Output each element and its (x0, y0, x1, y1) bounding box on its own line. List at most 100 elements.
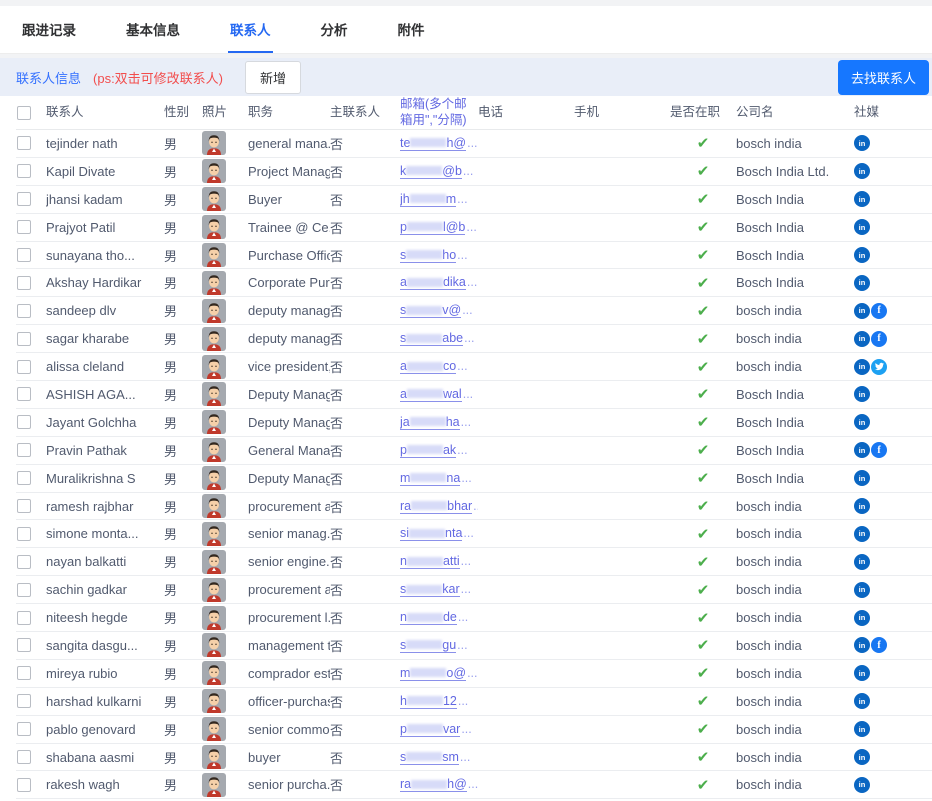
table-row[interactable]: Muralikrishna S 男 Deputy Manager 否 mna..… (16, 465, 932, 493)
email-link[interactable]: mo@... (400, 666, 478, 681)
tab-analysis[interactable]: 分析 (319, 6, 350, 53)
row-checkbox[interactable] (17, 304, 31, 318)
linkedin-icon[interactable]: in (854, 386, 870, 402)
facebook-icon[interactable]: f (871, 442, 887, 458)
table-row[interactable]: nayan balkatti 男 senior engine... 否 natt… (16, 548, 932, 576)
row-checkbox[interactable] (17, 415, 31, 429)
facebook-icon[interactable]: f (871, 331, 887, 347)
linkedin-icon[interactable]: in (854, 414, 870, 430)
email-link[interactable]: mna... (400, 471, 478, 486)
facebook-icon[interactable]: f (871, 303, 887, 319)
row-checkbox[interactable] (17, 164, 31, 178)
add-contact-button[interactable]: 新增 (245, 61, 301, 94)
linkedin-icon[interactable]: in (854, 749, 870, 765)
row-checkbox[interactable] (17, 527, 31, 541)
row-checkbox[interactable] (17, 471, 31, 485)
table-row[interactable]: mireya rubio 男 comprador est... 否 mo@... (16, 660, 932, 688)
row-checkbox[interactable] (17, 666, 31, 680)
linkedin-icon[interactable]: in (854, 554, 870, 570)
tab-basic-info[interactable]: 基本信息 (124, 6, 182, 53)
table-row[interactable]: pablo genovard 男 senior commo... 否 pvar.… (16, 716, 932, 744)
email-link[interactable]: jaha... (400, 415, 478, 430)
row-checkbox[interactable] (17, 192, 31, 206)
linkedin-icon[interactable]: in (854, 777, 870, 793)
row-checkbox[interactable] (17, 499, 31, 513)
email-link[interactable]: aco... (400, 359, 478, 374)
table-row[interactable]: Kapil Divate 男 Project Manag... 否 k@b... (16, 158, 932, 186)
table-row[interactable]: sangita dasgu... 男 management t... 否 sgu… (16, 632, 932, 660)
email-link[interactable]: sho... (400, 248, 478, 263)
row-checkbox[interactable] (17, 220, 31, 234)
table-row[interactable]: niteesh hegde 男 procurement l... 否 nde..… (16, 604, 932, 632)
table-row[interactable]: ASHISH AGA... 男 Deputy Manager 否 awal... (16, 381, 932, 409)
tab-attachments[interactable]: 附件 (396, 6, 427, 53)
email-link[interactable]: natti... (400, 554, 478, 569)
email-link[interactable]: sgu... (400, 638, 478, 653)
row-checkbox[interactable] (17, 387, 31, 401)
linkedin-icon[interactable]: in (854, 359, 870, 375)
linkedin-icon[interactable]: in (854, 721, 870, 737)
row-checkbox[interactable] (17, 638, 31, 652)
table-row[interactable]: Prajyot Patil 男 Trainee @ Ce... 否 pl@b..… (16, 214, 932, 242)
select-all-checkbox[interactable] (17, 106, 31, 120)
table-row[interactable]: sagar kharabe 男 deputy manager 否 sabe... (16, 325, 932, 353)
email-link[interactable]: adika... (400, 275, 478, 290)
linkedin-icon[interactable]: in (854, 219, 870, 235)
linkedin-icon[interactable]: in (854, 498, 870, 514)
linkedin-icon[interactable]: in (854, 442, 870, 458)
table-row[interactable]: alissa cleland 男 vice president,... 否 ac… (16, 353, 932, 381)
email-link[interactable]: rabhar... (400, 499, 478, 514)
linkedin-icon[interactable]: in (854, 582, 870, 598)
linkedin-icon[interactable]: in (854, 331, 870, 347)
row-checkbox[interactable] (17, 611, 31, 625)
linkedin-icon[interactable]: in (854, 637, 870, 653)
table-row[interactable]: Jayant Golchha 男 Deputy Manager 否 jaha..… (16, 409, 932, 437)
table-row[interactable]: harshad kulkarni 男 officer-purchase 否 h1… (16, 688, 932, 716)
table-row[interactable]: Akshay Hardikar 男 Corporate Pur... 否 adi… (16, 269, 932, 297)
find-contacts-button[interactable]: 去找联系人 (838, 60, 929, 95)
row-checkbox[interactable] (17, 360, 31, 374)
email-link[interactable]: teh@... (400, 136, 478, 151)
email-link[interactable]: skar... (400, 582, 478, 597)
linkedin-icon[interactable]: in (854, 610, 870, 626)
linkedin-icon[interactable]: in (854, 693, 870, 709)
email-link[interactable]: sinta... (400, 526, 478, 541)
table-row[interactable]: jhansi kadam 男 Buyer 否 jhm... ✔ Bos (16, 186, 932, 214)
table-row[interactable]: sandeep dlv 男 deputy manager 否 sv@... ✔ (16, 297, 932, 325)
row-checkbox[interactable] (17, 555, 31, 569)
row-checkbox[interactable] (17, 694, 31, 708)
row-checkbox[interactable] (17, 276, 31, 290)
email-link[interactable]: sabe... (400, 331, 478, 346)
linkedin-icon[interactable]: in (854, 665, 870, 681)
email-link[interactable]: ssm... (400, 750, 478, 765)
row-checkbox[interactable] (17, 136, 31, 150)
table-row[interactable]: simone monta... 男 senior manag... 否 sint… (16, 520, 932, 548)
table-row[interactable]: Pravin Pathak 男 General Mana... 否 pak... (16, 437, 932, 465)
twitter-icon[interactable] (871, 359, 887, 375)
email-link[interactable]: jhm... (400, 192, 478, 207)
linkedin-icon[interactable]: in (854, 135, 870, 151)
row-checkbox[interactable] (17, 443, 31, 457)
tab-follow-records[interactable]: 跟进记录 (20, 6, 78, 53)
facebook-icon[interactable]: f (871, 637, 887, 653)
linkedin-icon[interactable]: in (854, 470, 870, 486)
linkedin-icon[interactable]: in (854, 163, 870, 179)
email-link[interactable]: nde... (400, 610, 478, 625)
table-row[interactable]: shabana aasmi 男 buyer 否 ssm... ✔ bo (16, 744, 932, 772)
table-row[interactable]: tejinder nath 男 general mana... 否 teh@..… (16, 130, 932, 158)
row-checkbox[interactable] (17, 778, 31, 792)
tab-contacts[interactable]: 联系人 (228, 6, 273, 53)
table-row[interactable]: sachin gadkar 男 procurement a... 否 skar.… (16, 576, 932, 604)
row-checkbox[interactable] (17, 722, 31, 736)
table-row[interactable]: rakesh wagh 男 senior purcha... 否 rah@... (16, 771, 932, 799)
email-link[interactable]: rah@... (400, 777, 478, 792)
row-checkbox[interactable] (17, 248, 31, 262)
linkedin-icon[interactable]: in (854, 247, 870, 263)
email-link[interactable]: pvar... (400, 722, 478, 737)
linkedin-icon[interactable]: in (854, 526, 870, 542)
linkedin-icon[interactable]: in (854, 303, 870, 319)
row-checkbox[interactable] (17, 750, 31, 764)
table-row[interactable]: sunayana tho... 男 Purchase Officer 否 sho… (16, 242, 932, 270)
linkedin-icon[interactable]: in (854, 275, 870, 291)
email-link[interactable]: sv@... (400, 303, 478, 318)
